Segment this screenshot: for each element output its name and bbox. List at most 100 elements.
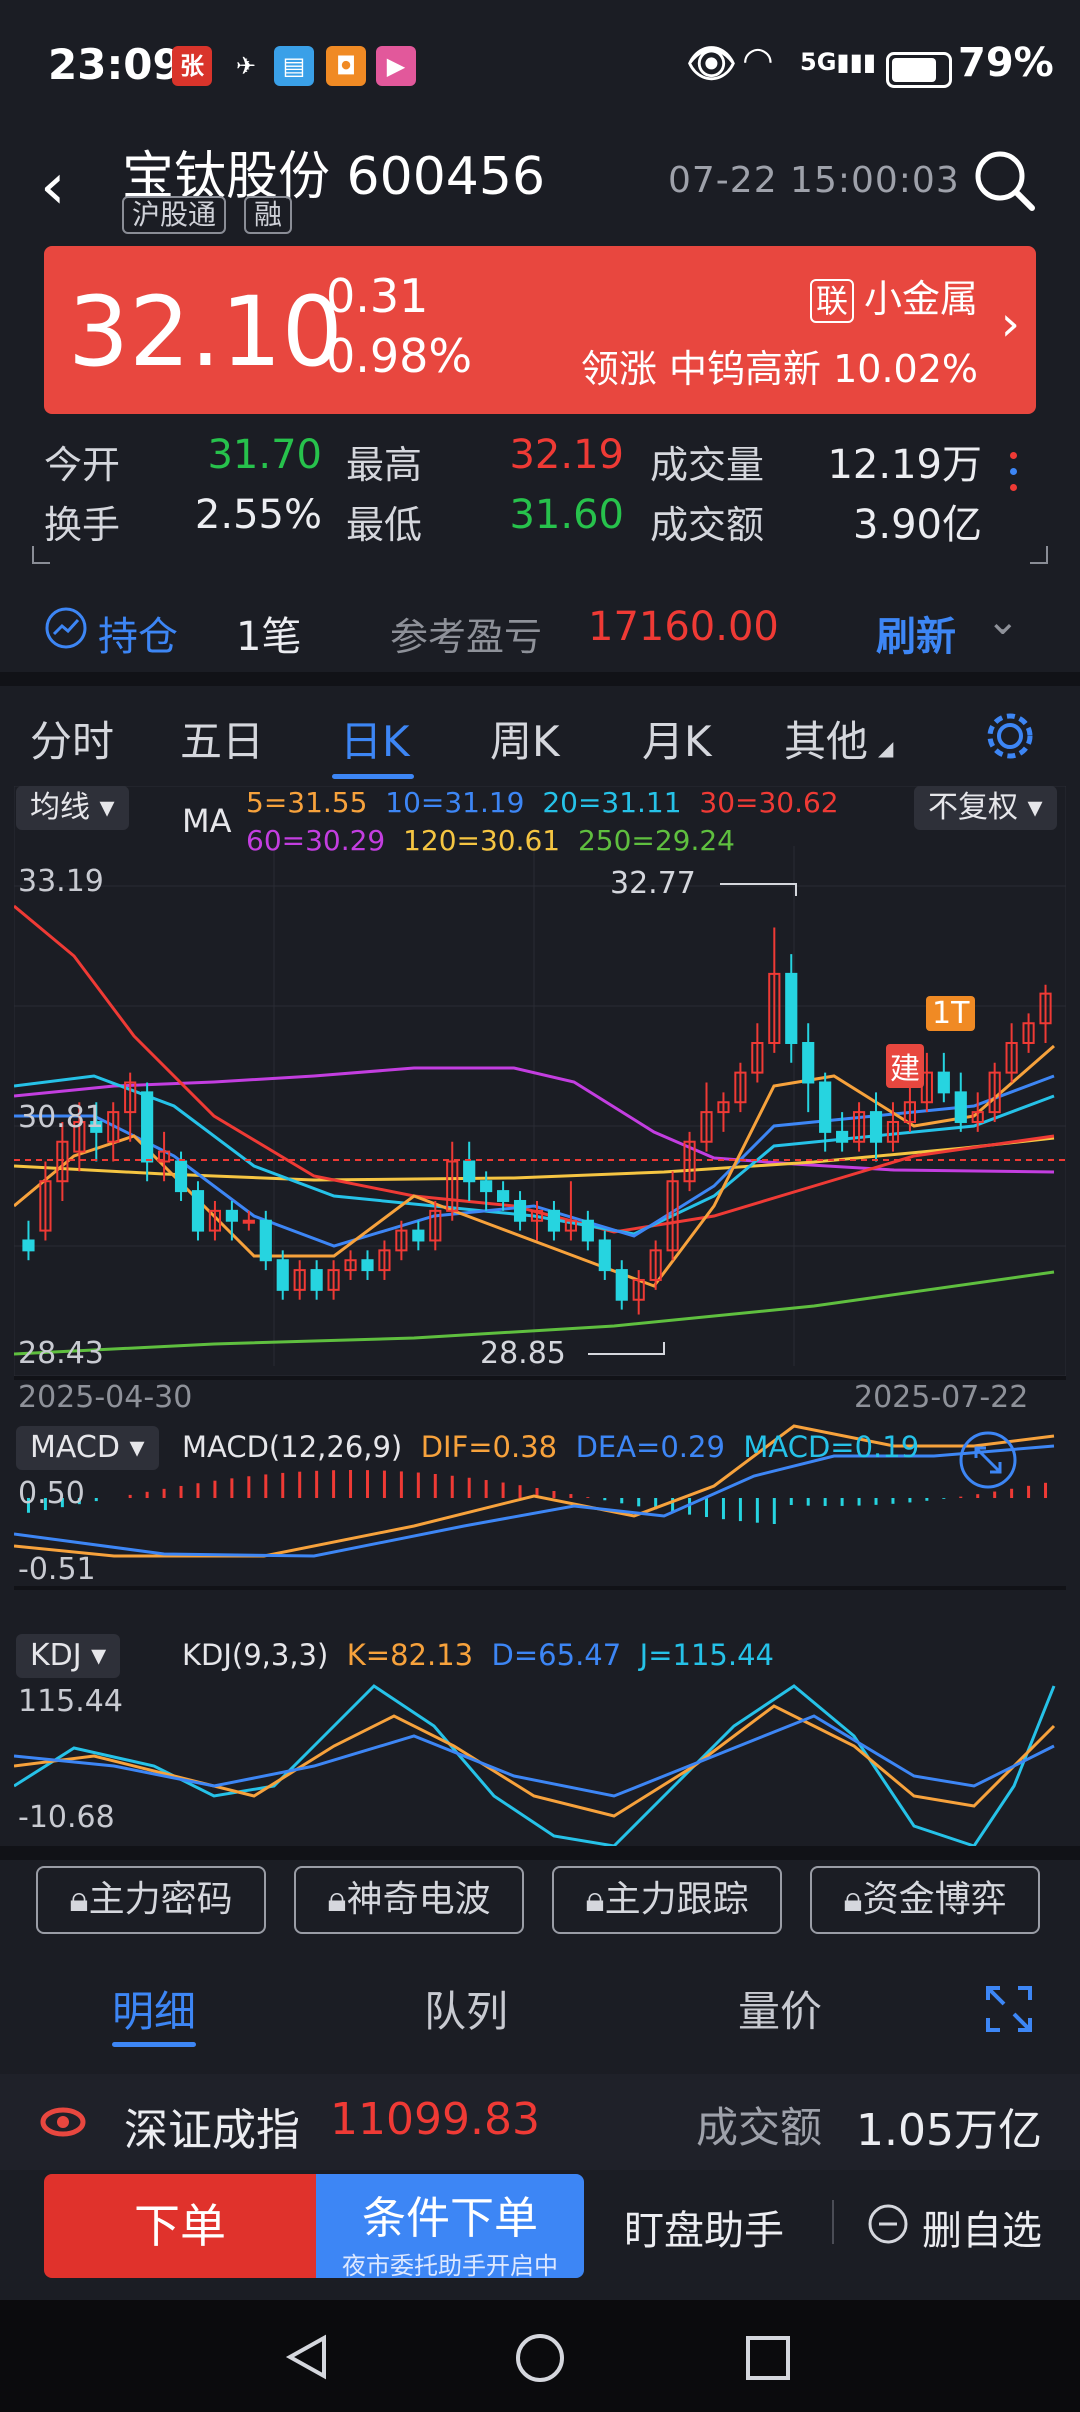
high-value: 32.19 [509, 432, 624, 478]
candle-body [276, 1259, 289, 1291]
chevron-down-icon[interactable]: ⌄ [986, 598, 1020, 644]
build-position-marker[interactable]: 建 [886, 1044, 924, 1088]
active-tab-indicator [112, 2042, 196, 2047]
macd-y-bottom: -0.51 [18, 1552, 96, 1587]
kdj-dropdown[interactable]: KDJ ▾ [16, 1634, 121, 1678]
nav-home-icon[interactable] [514, 2332, 566, 2384]
kdj-y-bottom: -10.68 [18, 1800, 115, 1835]
t-trade-marker[interactable]: 1T [926, 996, 976, 1031]
high-label: 最高 [346, 443, 423, 487]
candle-body [836, 1130, 849, 1143]
kline-chart-svg [13, 785, 1067, 1848]
candle-body [497, 1190, 510, 1202]
corner-bracket-left [32, 546, 50, 564]
tab-daily-k[interactable]: 日K [340, 708, 410, 769]
order-button[interactable]: 下单 [44, 2174, 316, 2278]
change-percent: 0.98% [326, 329, 473, 383]
tab-weekly-k[interactable]: 周K [490, 708, 560, 769]
active-tab-indicator [332, 774, 414, 779]
pnl-value: 17160.00 [588, 604, 779, 650]
index-bar[interactable]: 深证成指 11099.83 成交额 1.05万亿 [0, 2074, 1080, 2170]
candle-body [581, 1219, 594, 1242]
index-name: 深证成指 [124, 2105, 300, 2156]
ma120-value: 120=30.61 [403, 824, 561, 857]
settings-gear-icon[interactable] [982, 708, 1038, 764]
nav-back-icon[interactable] [282, 2332, 332, 2382]
period-tabs: 分时 五日 日K 周K 月K 其他 ◢ [0, 686, 1080, 786]
y-axis-top: 33.19 [18, 864, 104, 899]
tag-margin: 融 [244, 196, 293, 234]
candle-body [869, 1111, 883, 1143]
kline-chart-area[interactable]: 均线 ▾ MA 5=31.55 10=31.19 20=31.11 30=30.… [13, 785, 1067, 1848]
tab-volume-price[interactable]: 量价 [738, 1978, 822, 2039]
feature-button-main-code[interactable]: 🔒︎主力密码 [36, 1866, 266, 1934]
feature-button-main-tracking[interactable]: 🔒︎主力跟踪 [552, 1866, 782, 1934]
more-dots-icon[interactable] [1010, 452, 1017, 491]
section-divider [0, 672, 1080, 686]
battery-icon [886, 52, 952, 88]
conditional-order-button[interactable]: 条件下单 夜市委托助手开启中 [316, 2174, 584, 2280]
tab-monthly-k[interactable]: 月K [642, 708, 712, 769]
candle-body [191, 1190, 205, 1232]
turnover-value: 2.55% [194, 492, 322, 538]
adjust-dropdown[interactable]: 不复权 ▾ [914, 786, 1057, 830]
feature-label: 主力跟踪 [604, 1879, 749, 1920]
remove-watchlist-button[interactable]: 删自选 [922, 2198, 1042, 2256]
ma-values-row2: 60=30.29 120=30.61 250=29.24 [246, 824, 735, 857]
candle-body [174, 1160, 188, 1193]
nav-recents-icon[interactable] [744, 2334, 792, 2382]
remove-circle-icon [868, 2204, 908, 2244]
stock-code: 600456 [346, 147, 546, 207]
macd-values: MACD(12,26,9) DIF=0.38 DEA=0.29 MACD=0.1… [182, 1430, 919, 1464]
price-card[interactable]: 32.10 0.31 0.98% 联小金属 领涨 中钨高新 10.02% › [44, 246, 1036, 414]
min-price-label: 28.85 [480, 1336, 566, 1371]
tab-five-day[interactable]: 五日 [180, 708, 264, 769]
ma10-value: 10=31.19 [385, 786, 525, 819]
macd-dea: DEA=0.29 [575, 1430, 725, 1464]
candle-body [547, 1209, 561, 1232]
sector-name: 小金属 [863, 277, 978, 321]
macd-dropdown[interactable]: MACD ▾ [16, 1426, 159, 1470]
ma-dropdown[interactable]: 均线 ▾ [16, 786, 129, 830]
position-label[interactable]: 持仓 [98, 604, 178, 662]
feature-button-fund-game[interactable]: 🔒︎资金博弈 [810, 1866, 1040, 1934]
open-label: 今开 [44, 443, 121, 487]
candle-body [819, 1081, 832, 1133]
kdj-values: KDJ(9,3,3) K=82.13 D=65.47 J=115.44 [182, 1638, 774, 1672]
amount-value: 3.90亿 [852, 502, 982, 548]
tab-queue[interactable]: 队列 [424, 1978, 508, 2039]
lock-icon: 🔒︎ [327, 1879, 347, 1920]
kdj-dropdown-label: KDJ [30, 1638, 82, 1673]
ma-dropdown-label: 均线 [30, 790, 90, 825]
sector-tag: 联 [809, 279, 854, 323]
sector-info: 联小金属 [809, 268, 978, 323]
macd-y-top: 0.50 [18, 1476, 85, 1511]
tab-intraday[interactable]: 分时 [30, 708, 114, 769]
action-bar: 下单 条件下单 夜市委托助手开启中 盯盘助手 删自选 [0, 2170, 1080, 2300]
kdj-k: K=82.13 [346, 1638, 474, 1672]
tab-other[interactable]: 其他 [784, 708, 868, 769]
candle-body [22, 1239, 35, 1252]
detail-tabs: 明细 队列 量价 [0, 1960, 1080, 2070]
refresh-button[interactable]: 刷新 [876, 604, 956, 662]
tab-detail[interactable]: 明细 [112, 1978, 196, 2039]
back-arrow-icon[interactable]: ‹ [40, 150, 66, 224]
expand-diagonal-icon[interactable] [958, 1430, 1018, 1490]
feature-button-magic-wave[interactable]: 🔒︎神奇电波 [294, 1866, 524, 1934]
max-price-label: 32.77 [610, 866, 696, 901]
candle-body [141, 1091, 154, 1163]
fullscreen-icon[interactable] [984, 1984, 1034, 2034]
zhang-app-icon: 张 [172, 46, 212, 86]
search-icon[interactable] [970, 146, 1038, 214]
amount-label: 成交额 [650, 503, 765, 547]
date-end: 2025-07-22 [854, 1380, 1029, 1415]
exchange-logo-icon [40, 2107, 86, 2137]
watch-assistant-button[interactable]: 盯盘助手 [624, 2198, 784, 2256]
open-value: 31.70 [207, 432, 322, 478]
candle-body [259, 1219, 272, 1262]
status-bar: 23:09 张 ✈ ▤ ◘ ▶ 👁 ◠ 5G▮▮▮ 79% [0, 0, 1080, 130]
kdj-d: D=65.47 [491, 1638, 622, 1672]
kdj-panel [13, 1684, 1056, 1848]
action-divider [832, 2200, 834, 2244]
network-type: 5G [800, 48, 837, 76]
